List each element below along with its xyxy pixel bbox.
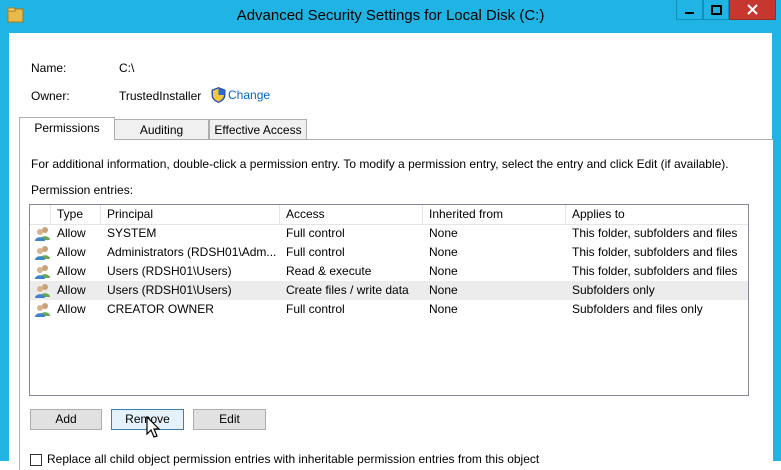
cell-inherited-from: None [429, 302, 458, 316]
name-label: Name: [31, 61, 67, 75]
cell-applies-to: Subfolders and files only [572, 302, 703, 316]
list-item[interactable]: Allow SYSTEM Full control None This fold… [30, 224, 748, 243]
list-header: Type Principal Access Inherited from App… [30, 205, 748, 225]
cell-principal: Users (RDSH01\Users) [107, 264, 232, 278]
name-value: C:\ [119, 61, 135, 75]
cell-inherited-from: None [429, 226, 458, 240]
column-header-principal[interactable]: Principal [101, 205, 280, 224]
cell-type: Allow [57, 264, 86, 278]
change-owner-link[interactable]: Change [228, 88, 270, 102]
cell-applies-to: This folder, subfolders and files [572, 264, 738, 278]
cell-access: Create files / write data [286, 283, 409, 297]
cell-access: Full control [286, 245, 345, 259]
cell-inherited-from: None [429, 264, 458, 278]
users-icon [35, 227, 50, 241]
add-button[interactable]: Add [30, 409, 102, 430]
permission-entries-list[interactable]: Type Principal Access Inherited from App… [29, 204, 749, 396]
close-icon [747, 4, 758, 15]
tab-auditing[interactable]: Auditing [114, 119, 209, 139]
list-item[interactable]: Allow Users (RDSH01\Users) Read & execut… [30, 262, 748, 281]
cell-inherited-from: None [429, 245, 458, 259]
mouse-pointer-icon [146, 416, 161, 438]
cell-principal: Users (RDSH01\Users) [107, 283, 232, 297]
maximize-icon [710, 4, 722, 15]
cell-type: Allow [57, 245, 86, 259]
edit-button[interactable]: Edit [193, 409, 266, 430]
maximize-button[interactable] [703, 0, 729, 20]
replace-child-permissions-checkbox[interactable] [30, 454, 42, 466]
list-item[interactable]: Allow Administrators (RDSH01\Adm... Full… [30, 243, 748, 262]
minimize-icon [684, 11, 694, 14]
close-button[interactable] [729, 0, 776, 20]
title-bar: Advanced Security Settings for Local Dis… [0, 0, 781, 33]
cell-access: Full control [286, 226, 345, 240]
window-title: Advanced Security Settings for Local Dis… [236, 7, 545, 24]
cell-principal: SYSTEM [107, 226, 157, 240]
list-item-selected[interactable]: Allow Users (RDSH01\Users) Create files … [30, 281, 748, 300]
cell-type: Allow [57, 283, 86, 297]
list-item[interactable]: Allow CREATOR OWNER Full control None Su… [30, 300, 748, 319]
cell-access: Read & execute [286, 264, 372, 278]
tab-permissions[interactable]: Permissions [19, 117, 115, 140]
cell-applies-to: This folder, subfolders and files [572, 245, 738, 259]
cell-type: Allow [57, 226, 86, 240]
permission-entries-label: Permission entries: [31, 183, 134, 197]
column-header-type[interactable]: Type [51, 205, 101, 224]
window-frame-left [0, 33, 9, 461]
users-icon [35, 303, 50, 317]
minimize-button[interactable] [676, 0, 703, 20]
cell-principal: Administrators (RDSH01\Adm... [107, 245, 277, 259]
replace-child-permissions-label: Replace all child object permission entr… [47, 452, 540, 466]
cell-applies-to: This folder, subfolders and files [572, 226, 738, 240]
owner-value: TrustedInstaller [119, 89, 202, 103]
users-icon [35, 284, 50, 298]
column-header-icon[interactable] [30, 205, 51, 224]
users-icon [35, 246, 50, 260]
window-frame-right [772, 33, 781, 461]
users-icon [35, 265, 50, 279]
column-header-inherited-from[interactable]: Inherited from [423, 205, 566, 224]
instructions-text: For additional information, double-click… [31, 157, 729, 171]
cell-inherited-from: None [429, 283, 458, 297]
column-header-access[interactable]: Access [280, 205, 423, 224]
column-header-applies-to[interactable]: Applies to [566, 205, 748, 224]
tab-effective-access[interactable]: Effective Access [209, 119, 307, 139]
cell-type: Allow [57, 302, 86, 316]
cell-principal: CREATOR OWNER [107, 302, 214, 316]
cell-applies-to: Subfolders only [572, 283, 655, 297]
cell-access: Full control [286, 302, 345, 316]
uac-shield-icon [211, 87, 226, 103]
owner-label: Owner: [31, 89, 70, 103]
